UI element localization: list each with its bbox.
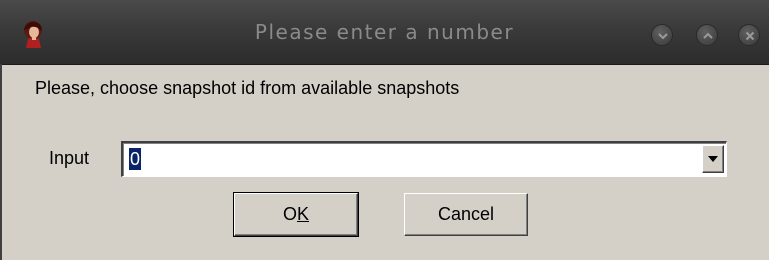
minimize-button[interactable] [651, 24, 673, 46]
ok-button-mnemonic: K [297, 204, 310, 224]
cancel-button[interactable]: Cancel [404, 193, 528, 236]
window-border [0, 64, 2, 260]
ok-button-label: O [282, 204, 297, 224]
chevron-down-icon [658, 33, 668, 40]
dialog-window: Please enter a number Please, choose sna… [0, 0, 769, 260]
dropdown-button[interactable] [702, 145, 724, 173]
chevron-up-icon [703, 32, 713, 39]
input-label: Input [49, 148, 90, 168]
close-icon [745, 31, 755, 41]
ok-button[interactable]: OK [233, 192, 359, 237]
maximize-button[interactable] [696, 24, 718, 46]
combobox-value[interactable]: 0 [129, 148, 142, 170]
close-button[interactable] [738, 24, 760, 46]
title-bar[interactable]: Please enter a number [0, 0, 769, 65]
prompt-text: Please, choose snapshot id from availabl… [35, 78, 460, 98]
dropdown-arrow-icon [708, 156, 718, 162]
snapshot-id-combobox[interactable]: 0 [121, 141, 727, 177]
